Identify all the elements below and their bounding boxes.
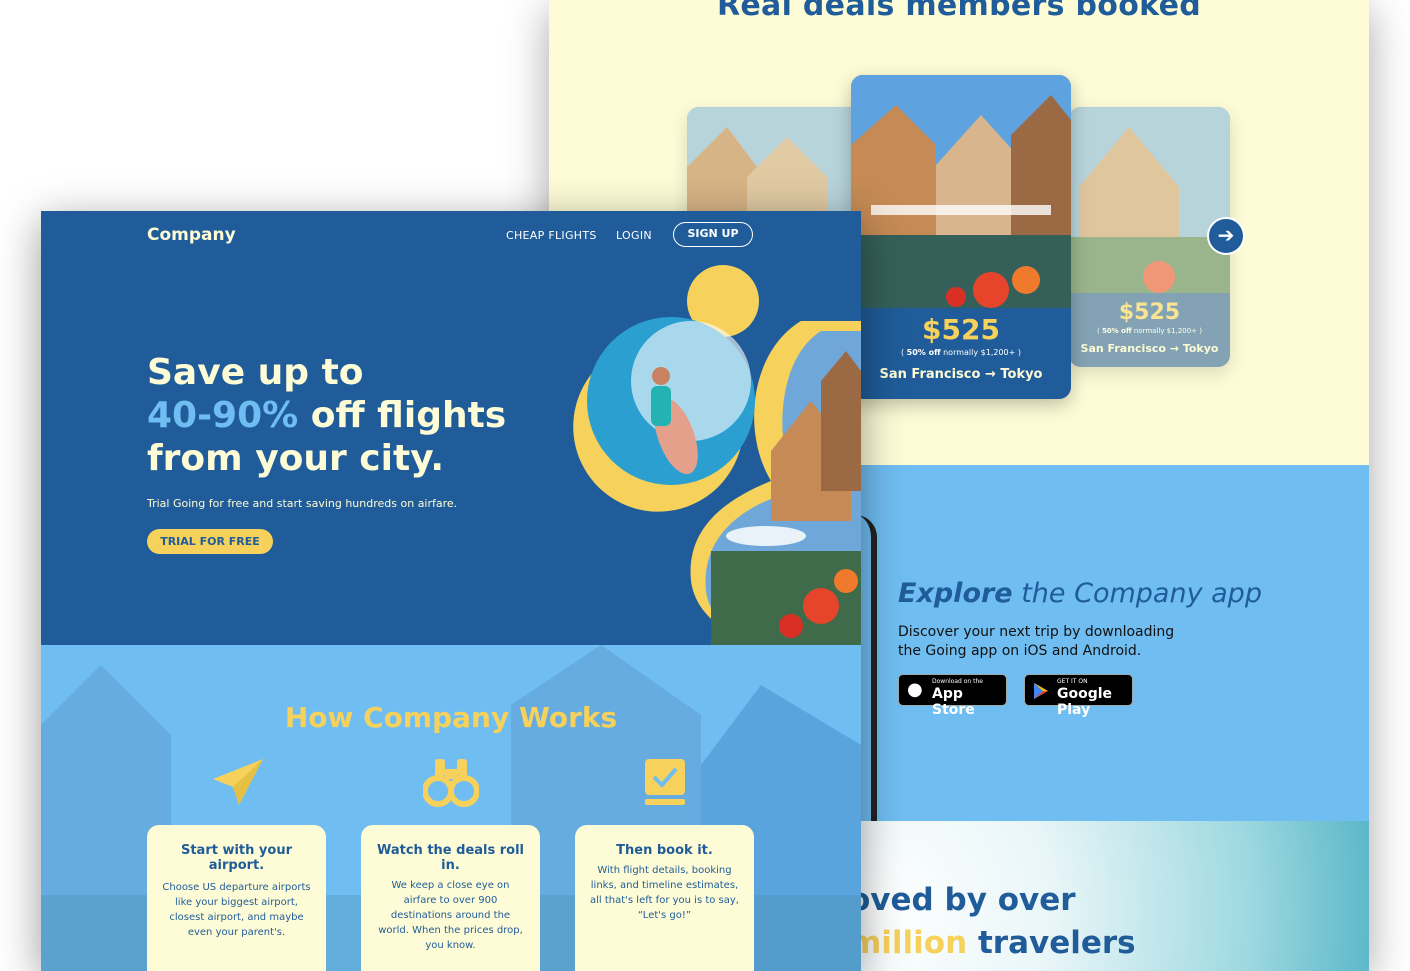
- nav-cheap-flights[interactable]: CHEAP FLIGHTS: [506, 229, 597, 242]
- app-title: Explore the Company app: [898, 578, 1262, 609]
- google-play-button[interactable]: GET IT ON Google Play: [1024, 674, 1133, 718]
- step-text: Choose US departure airports like your b…: [162, 882, 311, 938]
- deal-price: $525: [1118, 300, 1181, 325]
- google-play-icon: [1034, 683, 1048, 699]
- step-title: Start with your airport.: [180, 843, 293, 873]
- hero-illustration: [573, 265, 861, 645]
- step-card-deals: Watch the deals roll in. We keep a close…: [361, 825, 540, 971]
- trial-for-free-button[interactable]: TRIAL FOR FREE: [147, 529, 273, 554]
- google-play-small-label: GET IT ON: [1057, 678, 1088, 685]
- deal-route: San Francisco → Tokyo: [879, 367, 1043, 382]
- signup-button[interactable]: SIGN UP: [673, 222, 753, 247]
- google-play-label: Google Play: [1057, 686, 1113, 718]
- app-store-small-label: Download on the: [932, 678, 983, 685]
- hero-subtitle: Trial Going for free and start saving hu…: [147, 497, 458, 510]
- deal-normal-price: ( 50% off normally $1,200+ ): [1096, 327, 1203, 335]
- hero-title: Save up to 40-90% off flights from your …: [147, 352, 507, 479]
- colmar-photo: [1069, 107, 1230, 293]
- app-description: Discover your next trip by downloading t…: [898, 624, 1175, 659]
- deal-route: San Francisco → Tokyo: [1080, 342, 1219, 355]
- binoculars-icon: [423, 759, 479, 807]
- step-text: We keep a close eye on airfare to over 9…: [378, 880, 523, 951]
- deals-title: Real deals members booked: [716, 0, 1201, 23]
- loved-title: oved by over million travelers: [849, 882, 1136, 961]
- app-store-label: App Store: [932, 686, 975, 718]
- nav-login[interactable]: LOGIN: [616, 229, 652, 242]
- deal-normal-price: ( 50% off normally $1,200+ ): [900, 348, 1022, 357]
- paper-plane-icon: [213, 759, 263, 805]
- arrow-right-icon: ➔: [1217, 223, 1235, 247]
- step-card-book: Then book it. With flight details, booki…: [575, 825, 754, 971]
- colmar-photo: [851, 75, 1071, 308]
- deal-price: $525: [922, 313, 1000, 346]
- carousel-next-button[interactable]: ➔: [1207, 217, 1245, 255]
- deal-card-featured[interactable]: $525 ( 50% off normally $1,200+ ) San Fr…: [851, 75, 1071, 399]
- company-logo[interactable]: Company: [147, 225, 236, 245]
- app-store-button[interactable]: ● Download on the App Store: [898, 674, 1007, 718]
- how-it-works-title: How Company Works: [284, 701, 618, 734]
- hero-section: Company CHEAP FLIGHTS LOGIN SIGN UP Save…: [41, 211, 861, 645]
- apple-icon: ●: [907, 679, 923, 700]
- step-title: Then book it.: [616, 843, 713, 858]
- front-page-screenshot: Company CHEAP FLIGHTS LOGIN SIGN UP Save…: [41, 211, 861, 971]
- step-title: Watch the deals roll in.: [376, 843, 525, 873]
- step-text: With flight details, booking links, and …: [590, 865, 739, 921]
- deal-card-right[interactable]: $525 ( 50% off normally $1,200+ ) San Fr…: [1069, 107, 1230, 367]
- book-check-icon: [645, 759, 685, 805]
- how-it-works-section: How Company Works Start with your airpor…: [41, 645, 861, 971]
- step-card-airport: Start with your airport. Choose US depar…: [147, 825, 326, 971]
